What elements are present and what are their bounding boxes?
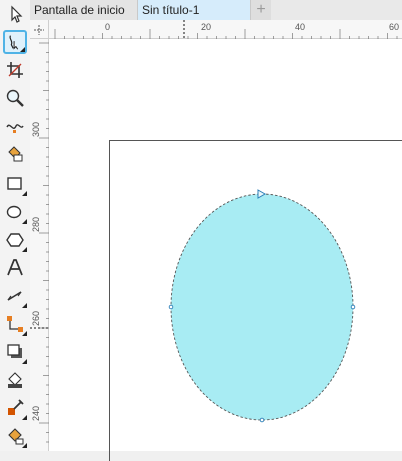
transparency-tool-icon[interactable] <box>3 368 27 392</box>
document-tab-bar: Pantalla de inicio Sin título-1 + <box>30 0 402 21</box>
ruler-label: 60 <box>389 22 400 32</box>
ruler-label: 0 <box>105 22 111 32</box>
interactive-fill-tool-icon[interactable] <box>3 424 27 448</box>
tab-start-screen[interactable]: Pantalla de inicio <box>30 0 138 20</box>
ruler-origin[interactable] <box>30 20 49 39</box>
node-handle[interactable] <box>350 304 356 310</box>
canvas-objects <box>168 189 356 423</box>
ruler-origin-icon <box>34 25 44 35</box>
node-handle[interactable] <box>259 417 265 423</box>
selected-ellipse[interactable] <box>170 193 354 421</box>
eyedropper-tool-icon[interactable] <box>3 396 27 420</box>
ruler-label: 240 <box>31 405 41 421</box>
ruler-label: 40 <box>295 22 306 32</box>
parallel-dimension-tool-icon[interactable] <box>3 284 27 308</box>
connector-tool-icon[interactable] <box>3 312 27 336</box>
drop-shadow-tool-icon[interactable] <box>3 340 27 364</box>
ellipse-tool-icon[interactable] <box>3 200 27 224</box>
horizontal-ruler[interactable]: 0 20 40 60 <box>49 20 402 39</box>
add-tab-button[interactable]: + <box>251 0 271 20</box>
smart-fill-tool-icon[interactable] <box>3 142 27 166</box>
ruler-label: 280 <box>31 216 41 232</box>
zoom-tool-icon[interactable] <box>3 86 27 110</box>
drawing-canvas[interactable] <box>49 39 402 461</box>
curve-tool-icon[interactable] <box>3 114 27 138</box>
rectangle-tool-icon[interactable] <box>3 172 27 196</box>
ruler-label: 300 <box>31 121 41 137</box>
ruler-label: 20 <box>201 22 212 32</box>
polygon-tool-icon[interactable] <box>3 228 27 252</box>
tab-document[interactable]: Sin título-1 <box>138 0 251 20</box>
node-handle[interactable] <box>168 304 174 310</box>
text-tool-icon[interactable] <box>3 256 27 280</box>
ruler-label: 260 <box>31 310 41 326</box>
crop-tool-icon[interactable] <box>3 58 27 82</box>
freehand-tool-icon[interactable] <box>3 30 27 54</box>
toolbox <box>0 0 31 451</box>
pick-tool-icon[interactable] <box>3 2 27 26</box>
vertical-ruler[interactable]: 300 280 260 240 <box>30 39 49 451</box>
